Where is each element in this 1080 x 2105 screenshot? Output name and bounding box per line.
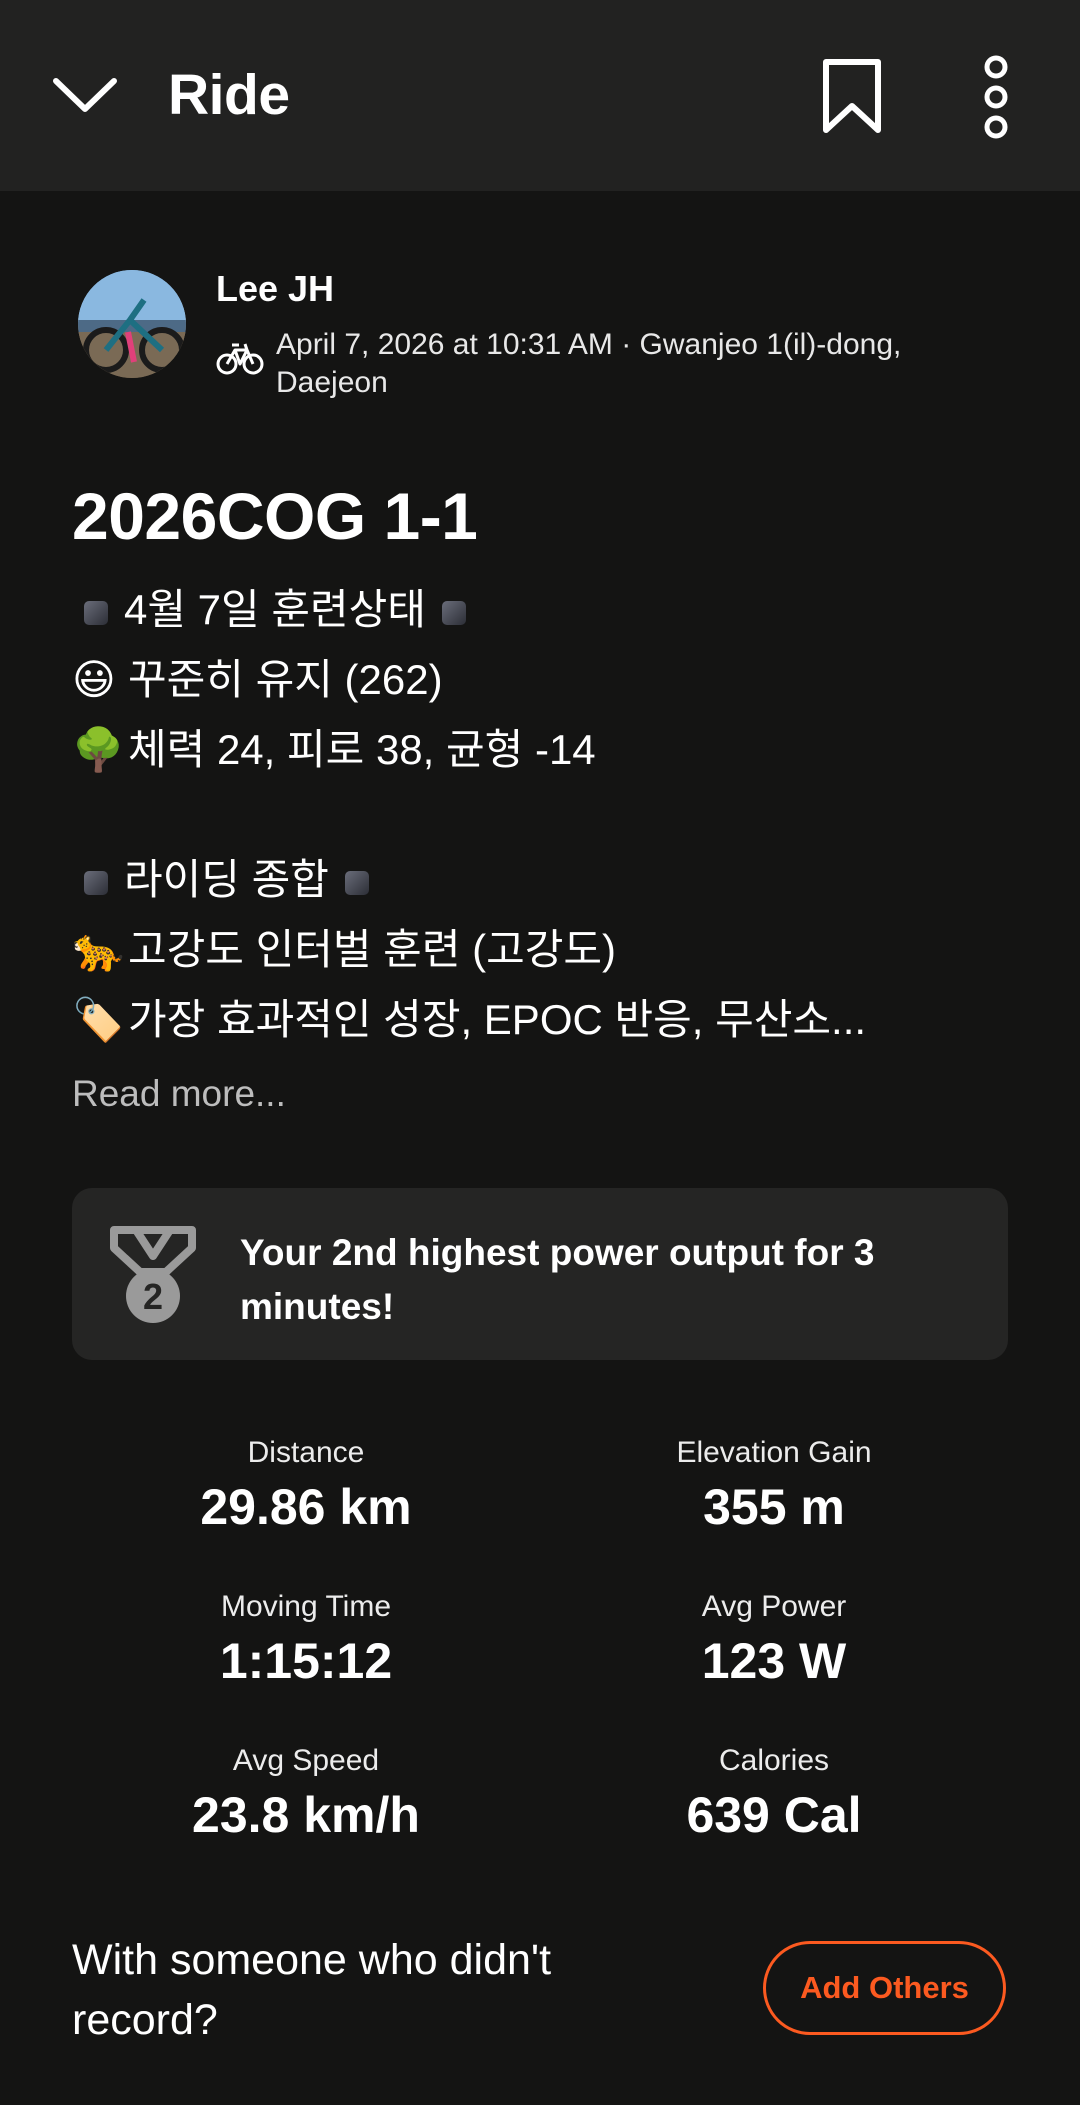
avatar[interactable]	[78, 270, 186, 378]
bookmark-icon[interactable]	[820, 58, 884, 134]
stat-moving-time: Moving Time 1:15:12	[86, 1590, 526, 1690]
avatar-photo	[78, 270, 186, 378]
activity-title: 2026COG 1-1	[72, 479, 478, 553]
smiley-emoji-icon: 😃	[72, 656, 116, 703]
medal-2-icon: 2	[110, 1226, 196, 1323]
add-others-button[interactable]: Add Others	[763, 1941, 1006, 2035]
stat-label: Moving Time	[220, 1590, 392, 1623]
square-bullet-icon	[344, 870, 369, 895]
description-line: 🌳체력 24, 피로 38, 균형 -14	[72, 715, 1012, 785]
description-blank-line	[72, 785, 1012, 845]
stat-value: 1:15:12	[219, 1633, 393, 1689]
top-bar: Ride	[0, 0, 1080, 191]
stat-value: 123 W	[701, 1633, 847, 1689]
svg-text:2: 2	[143, 1276, 163, 1317]
stat-label: Elevation Gain	[676, 1436, 872, 1469]
description-line: 😃 꾸준히 유지 (262)	[72, 645, 1012, 715]
more-vertical-icon[interactable]	[975, 55, 1017, 139]
read-more-link[interactable]: Read more...	[72, 1073, 286, 1115]
stat-distance: Distance 29.86 km	[86, 1436, 526, 1536]
page-title: Ride	[168, 63, 290, 127]
stat-value: 639 Cal	[686, 1787, 862, 1843]
square-bullet-icon	[441, 600, 466, 625]
description-line: 🏷️가장 효과적인 성장, EPOC 반응, 무산소...	[72, 985, 1012, 1055]
stat-label: Calories	[718, 1744, 830, 1777]
activity-description: 4월 7일 훈련상태 😃 꾸준히 유지 (262) 🌳체력 24, 피로 38, …	[72, 575, 1012, 1055]
stat-value: 355 m	[703, 1479, 845, 1535]
stat-value: 23.8 km/h	[192, 1787, 420, 1843]
tree-emoji-icon: 🌳	[72, 726, 125, 773]
chevron-down-icon[interactable]	[50, 65, 120, 125]
stat-avg-speed: Avg Speed 23.8 km/h	[86, 1744, 526, 1844]
description-line: 4월 7일 훈련상태	[72, 575, 1012, 645]
achievement-text: Your 2nd highest power output for 3 minu…	[240, 1232, 875, 1327]
stat-label: Avg Speed	[232, 1744, 380, 1777]
stat-label: Distance	[247, 1436, 365, 1469]
athlete-name[interactable]: Lee JH	[216, 268, 334, 310]
description-line: 라이딩 종합	[72, 845, 1012, 915]
square-bullet-icon	[84, 600, 108, 625]
stat-calories: Calories 639 Cal	[554, 1744, 994, 1844]
leopard-emoji-icon: 🐆	[72, 926, 125, 973]
tag-emoji-icon: 🏷️	[72, 996, 125, 1043]
stat-label: Avg Power	[701, 1590, 847, 1623]
achievement-card[interactable]: 2 Your 2nd highest power output for 3 mi…	[72, 1188, 1008, 1360]
activity-date-location: April 7, 2026 at 10:31 AM · Gwanjeo 1(il…	[276, 328, 902, 399]
group-prompt: With someone who didn't record?	[72, 1936, 552, 2044]
stat-avg-power: Avg Power 123 W	[554, 1590, 994, 1690]
bike-icon	[216, 343, 264, 375]
stat-elevation-gain: Elevation Gain 355 m	[554, 1436, 994, 1536]
description-line: 🐆고강도 인터벌 훈련 (고강도)	[72, 915, 1012, 985]
square-bullet-icon	[84, 870, 108, 895]
stat-value: 29.86 km	[200, 1479, 412, 1535]
